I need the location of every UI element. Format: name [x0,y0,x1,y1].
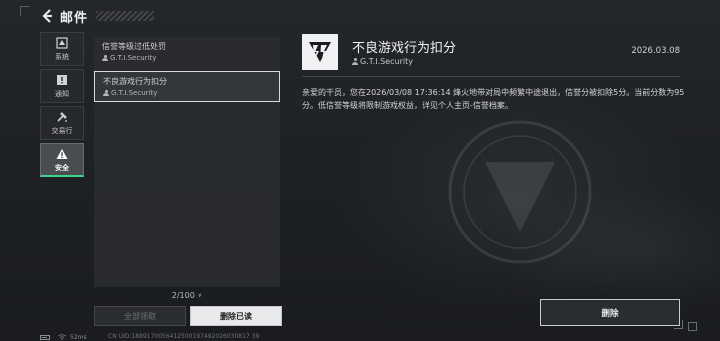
battery-icon [40,334,50,340]
trade-icon [56,110,68,124]
sidebar-item-label: 通知 [55,90,69,98]
person-icon [352,58,358,65]
sidebar-item-label: 交易行 [51,127,73,135]
corner-box-decoration [688,322,697,331]
wifi-icon [58,334,66,340]
bolt-icon: ⚡ [197,292,203,300]
warning-icon [56,147,68,161]
mail-subject: 不良游戏行为扣分 [103,77,167,86]
mail-detail-sender-row: G.T.I.Security [352,57,413,66]
notice-icon [56,73,68,87]
mail-counter: 2/100 ⚡ [94,291,280,300]
mail-count: 2/100 [171,291,195,300]
gti-logo-icon [302,34,338,70]
sidebar-item-label: 安全 [55,163,69,172]
mail-detail-sender: G.T.I.Security [360,57,413,66]
delete-read-button[interactable]: 删除已读 [190,306,282,326]
system-icon [56,36,68,50]
sidebar-item-system[interactable]: 系统 [40,32,84,66]
person-icon [103,89,109,97]
mail-list-item-selected[interactable]: 不良游戏行为扣分 G.T.I.Security [94,71,280,102]
header: 邮件 [40,6,155,26]
page-title: 邮件 [60,10,89,26]
corner-decoration [20,6,30,16]
sidebar-item-notice[interactable]: 通知 [40,69,84,103]
divider [302,76,680,77]
mail-sender-row: G.T.I.Security [103,88,271,98]
emblem-watermark-icon [448,120,592,264]
sidebar-item-trade[interactable]: 交易行 [40,106,84,140]
back-arrow-icon[interactable] [40,8,54,24]
mail-subject: 信誉等级过低处罚 [102,42,166,51]
sidebar: 系统 通知 交易行 安全 [40,32,84,180]
latency-value: 52ms [70,333,87,341]
status-bar: 52ms [40,333,87,341]
sidebar-item-security[interactable]: 安全 [40,143,84,177]
mail-sender: G.T.I.Security [111,89,158,97]
mail-list-item[interactable]: 信誉等级过低处罚 G.T.I.Security [94,37,280,68]
mail-list: 信誉等级过低处罚 G.T.I.Security 不良游戏行为扣分 G.T.I.S… [94,37,280,287]
uid-text: CN UID:1889170056412500197492026030817 3… [108,333,260,340]
header-stripes-decoration [96,11,155,21]
claim-all-button[interactable]: 全部领取 [94,306,186,326]
mail-sender: G.T.I.Security [110,54,157,62]
person-icon [102,54,108,62]
list-actions: 全部领取 删除已读 [94,306,282,326]
mail-detail-body: 亲爱的干员，您在2026/03/08 17:36:14 烽火地带对局中频繁中途退… [302,88,685,110]
sidebar-item-label: 系统 [55,53,69,61]
mail-detail-date: 2026.03.08 [631,46,680,56]
mail-sender-row: G.T.I.Security [102,53,272,63]
mail-detail-title: 不良游戏行为扣分 [352,41,457,56]
delete-button[interactable]: 删除 [540,299,683,329]
